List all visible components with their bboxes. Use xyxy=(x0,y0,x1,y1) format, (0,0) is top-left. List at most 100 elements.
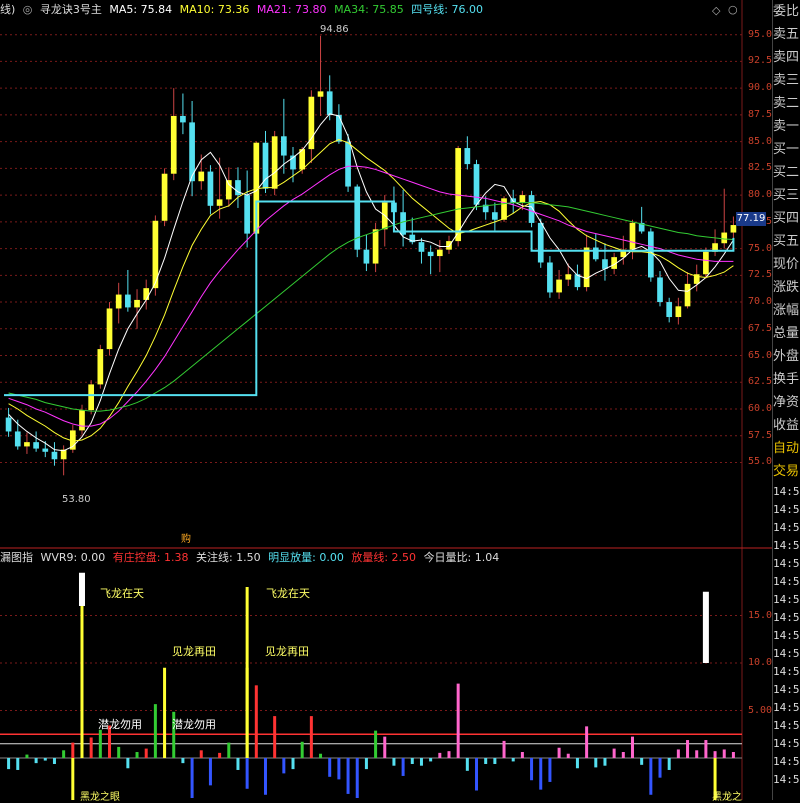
volume-clear-value: 明显放量: 0.00 xyxy=(268,551,344,564)
candle-down xyxy=(244,195,250,234)
candle-up xyxy=(703,251,709,275)
side-item[interactable]: 现价 xyxy=(773,253,800,276)
candle-up xyxy=(583,247,590,288)
side-item[interactable]: 涨幅 xyxy=(773,299,800,322)
indicator-name[interactable]: 寻龙诀3号主 xyxy=(40,3,102,16)
side-item[interactable]: 买五 xyxy=(773,230,800,253)
tick-time: 14:56 xyxy=(773,629,800,642)
sub-bar xyxy=(208,758,212,786)
sub-bar xyxy=(337,758,341,780)
side-item[interactable]: 交易 xyxy=(773,460,800,483)
candle-down xyxy=(207,171,214,206)
sub-bar xyxy=(475,758,479,791)
tick-time: 14:56 xyxy=(773,755,800,768)
candle-up xyxy=(629,222,636,250)
candle-down xyxy=(345,141,351,187)
side-item[interactable]: 委比 xyxy=(773,0,800,23)
sub-bar xyxy=(254,685,258,758)
sub-bar xyxy=(25,754,29,758)
ma10-value: MA10: 73.36 xyxy=(179,3,250,16)
sub-bar xyxy=(328,758,332,777)
sub-bar xyxy=(603,758,607,766)
side-item[interactable]: 换手 xyxy=(773,368,800,391)
wvr-value: WVR9: 0.00 xyxy=(40,551,106,564)
fly-dragon-label-1: 飞龙在天 xyxy=(100,587,144,600)
sub-bar xyxy=(43,758,47,761)
tick-time: 14:56 xyxy=(773,647,800,660)
sub-bar xyxy=(456,683,460,758)
price-tick: 55.00 xyxy=(748,456,779,468)
candle-down xyxy=(336,114,342,142)
ma21-value: MA21: 73.80 xyxy=(256,3,327,16)
kline-chart[interactable] xyxy=(0,0,772,800)
sub-bar xyxy=(465,758,469,771)
side-item[interactable]: 涨跌 xyxy=(773,276,800,299)
price-tick: 82.50 xyxy=(748,162,779,174)
candle-up xyxy=(372,229,379,264)
sub-bar xyxy=(273,716,277,758)
tick-time: 14:56 xyxy=(773,485,800,498)
sub-tick: 10.00 xyxy=(748,657,779,668)
candle-up xyxy=(198,171,205,182)
side-item[interactable]: 卖一 xyxy=(773,115,800,138)
price-tick: 87.50 xyxy=(748,108,779,120)
sub-bar xyxy=(89,737,93,758)
price-tick: 70.00 xyxy=(748,296,779,308)
hidden-dragon-label-1: 潜龙勿用 xyxy=(98,718,142,731)
sub-bar xyxy=(218,752,222,758)
candle-down xyxy=(666,302,673,318)
sub-bar xyxy=(410,758,414,764)
side-item[interactable]: 卖三 xyxy=(773,69,800,92)
sub-bar xyxy=(392,758,396,766)
candle-down xyxy=(547,262,553,293)
tick-time: 14:56 xyxy=(773,593,800,606)
side-item[interactable]: 卖五 xyxy=(773,23,800,46)
side-item[interactable]: 买四 xyxy=(773,207,800,230)
sub-bar xyxy=(300,741,304,758)
candle-down xyxy=(363,249,370,264)
side-item[interactable]: 买一 xyxy=(773,138,800,161)
tick-time: 14:56 xyxy=(773,611,800,624)
price-tick: 65.00 xyxy=(748,349,779,361)
candle-down xyxy=(42,448,49,452)
sub-bar xyxy=(649,758,653,795)
sub-bar xyxy=(71,742,75,758)
diamond-icon[interactable]: ◇ xyxy=(712,4,720,17)
side-item[interactable]: 总量 xyxy=(773,322,800,345)
sub-bar xyxy=(383,736,387,758)
candle-down xyxy=(125,294,131,308)
sub-prefix[interactable]: 漏图指 xyxy=(0,551,33,564)
side-item[interactable]: 买三 xyxy=(773,184,800,207)
see-dragon-label-2: 见龙再田 xyxy=(265,645,309,658)
sub-bar xyxy=(16,758,20,770)
sub-bar xyxy=(401,758,405,776)
side-item[interactable]: 收益 xyxy=(773,414,800,437)
sub-bar xyxy=(309,716,313,758)
sub-bar xyxy=(419,758,423,766)
side-item[interactable]: 自动 xyxy=(773,437,800,460)
candle-up xyxy=(216,199,223,206)
sub-bar xyxy=(722,749,726,758)
price-tick: 90.00 xyxy=(748,82,779,94)
sub-bar xyxy=(190,758,194,798)
side-item[interactable]: 卖四 xyxy=(773,46,800,69)
sub-bar xyxy=(227,742,231,758)
candle-down xyxy=(51,451,58,460)
side-item[interactable]: 卖二 xyxy=(773,92,800,115)
sub-bar xyxy=(199,750,203,758)
candle-up xyxy=(501,198,507,220)
sub-bar xyxy=(135,752,139,758)
side-item[interactable]: 净资 xyxy=(773,391,800,414)
settings-circle-icon[interactable]: ◎ xyxy=(23,3,33,16)
side-item[interactable]: 买二 xyxy=(773,161,800,184)
sub-bar xyxy=(126,758,130,769)
tick-time: 14:56 xyxy=(773,503,800,516)
sub-bar xyxy=(245,758,249,789)
side-item[interactable]: 外盘 xyxy=(773,345,800,368)
circle-icon[interactable]: ○ xyxy=(728,3,738,16)
candle-up xyxy=(684,283,691,307)
tick-time: 14:56 xyxy=(773,557,800,570)
price-tick: 75.00 xyxy=(748,242,779,254)
tick-time: 14:56 xyxy=(773,773,800,786)
sub-bar xyxy=(364,758,368,770)
